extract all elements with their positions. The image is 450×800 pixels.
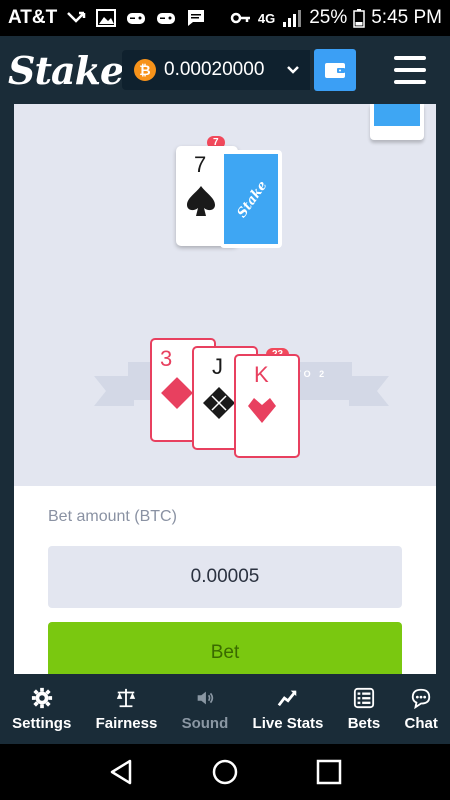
- battery-icon: [353, 9, 365, 28]
- card-rank: 7: [194, 152, 207, 177]
- screen: AT&T 4G 25% 5:45 PM Stake ₿ 0.00020000 7…: [0, 0, 450, 800]
- chat-bubble-icon: [411, 688, 431, 709]
- tab-settings[interactable]: Settings: [0, 674, 83, 744]
- tab-label: Fairness: [95, 714, 158, 732]
- ribbon-tail-right: [349, 376, 389, 406]
- card-rank: 3: [160, 346, 173, 371]
- list-icon: [353, 687, 375, 708]
- carrier-label: AT&T: [8, 7, 58, 28]
- battery-percent: 25%: [309, 7, 348, 28]
- tab-label: Sound: [181, 714, 229, 732]
- wallet-icon: [325, 63, 345, 78]
- tab-label: Chat: [404, 714, 438, 732]
- player-card: K: [234, 354, 300, 458]
- bet-amount-label: Bet amount (BTC): [48, 508, 177, 525]
- tab-fairness[interactable]: Fairness: [83, 674, 169, 744]
- hamburger-menu-icon[interactable]: [394, 56, 426, 84]
- bottom-tab-bar: Settings Fairness Sound Live Stats Bets …: [0, 674, 450, 744]
- tab-label: Settings: [12, 714, 72, 732]
- game-controller-icon: [127, 13, 146, 24]
- card-back-logo: Stake: [234, 178, 271, 221]
- bet-amount-input[interactable]: 0.00005: [48, 546, 402, 608]
- card-rank: J: [212, 354, 223, 379]
- game-content: 7 7 Stake BLACKJACK PAYS 3 TO 2 INSURANC…: [0, 104, 450, 686]
- network-type: 4G: [257, 10, 276, 26]
- tab-label: Live Stats: [252, 714, 324, 732]
- tab-label: Bets: [347, 714, 381, 732]
- blackjack-table: 7 7 Stake BLACKJACK PAYS 3 TO 2 INSURANC…: [14, 104, 436, 486]
- signal-icon: [283, 10, 302, 27]
- chevron-down-icon: [287, 66, 299, 74]
- message-icon: [188, 10, 205, 26]
- stake-logo[interactable]: Stake: [8, 48, 124, 93]
- image-icon: [96, 9, 117, 27]
- wallet-button[interactable]: [314, 49, 356, 91]
- scales-icon: [117, 688, 136, 707]
- tab-sound[interactable]: Sound: [169, 674, 240, 744]
- home-icon[interactable]: [211, 758, 239, 786]
- gear-icon: [31, 687, 52, 708]
- status-bar: AT&T 4G 25% 5:45 PM: [0, 0, 450, 36]
- android-nav-bar: [0, 744, 450, 800]
- bet-form: Bet amount (BTC) 0.00005 Bet: [14, 486, 436, 686]
- menu-line: [394, 80, 426, 84]
- missed-call-icon: [67, 11, 86, 23]
- dealer-hidden-card: Stake: [220, 150, 282, 248]
- game-controller-icon: [157, 13, 176, 24]
- system-icons: 4G 25% 5:45 PM: [230, 7, 442, 29]
- club-icon: [203, 387, 235, 419]
- speaker-icon: [197, 691, 214, 704]
- clock: 5:45 PM: [371, 7, 442, 28]
- menu-line: [394, 56, 426, 60]
- recents-icon[interactable]: [316, 759, 342, 785]
- diamond-icon: [161, 377, 193, 409]
- balance-selector[interactable]: ₿ 0.00020000: [122, 50, 310, 90]
- chart-line-icon: [277, 690, 297, 706]
- menu-line: [394, 68, 426, 72]
- card-rank: K: [254, 362, 269, 387]
- heart-icon: [248, 398, 276, 423]
- bitcoin-icon: ₿: [134, 59, 156, 81]
- app-header: Stake ₿ 0.00020000: [0, 36, 450, 104]
- tab-live-stats[interactable]: Live Stats: [240, 674, 335, 744]
- back-icon[interactable]: [108, 758, 134, 786]
- spade-icon: [187, 186, 215, 216]
- key-icon: [230, 12, 250, 24]
- tab-chat[interactable]: Chat: [392, 674, 450, 744]
- tab-bets[interactable]: Bets: [336, 674, 393, 744]
- card-deck: [370, 104, 424, 140]
- balance-amount: 0.00020000: [164, 59, 265, 80]
- notification-icons: [65, 8, 207, 28]
